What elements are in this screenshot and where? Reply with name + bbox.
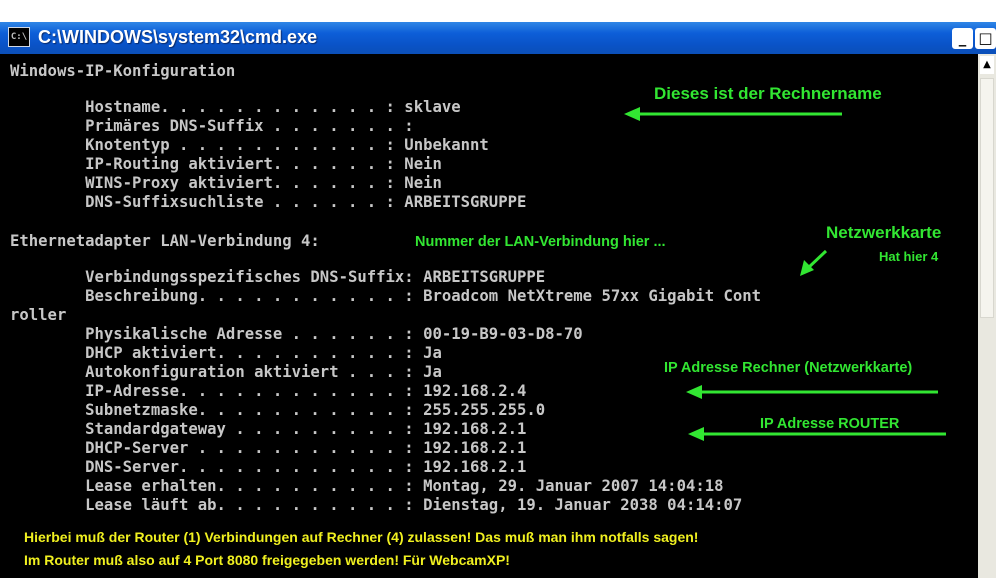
annotation-ip-rechner: IP Adresse Rechner (Netzwerkkarte) [664,360,913,376]
annotation-netzwerkkarte: Netzwerkkarte [826,223,942,242]
annotation-lan-nummer: Nummer der LAN-Verbindung hier ... [415,234,666,250]
arrow-netzwerkkarte [806,249,828,270]
annotation-bottom-line-2: Im Router muß also auf 4 Port 8080 freig… [24,552,510,568]
annotation-hat-hier: Hat hier 4 [879,249,939,264]
annotation-ip-router: IP Adresse ROUTER [760,416,900,432]
annotation-rechnername: Dieses ist der Rechnername [654,84,882,103]
annotation-bottom-line-1: Hierbei muß der Router (1) Verbindungen … [24,529,699,545]
